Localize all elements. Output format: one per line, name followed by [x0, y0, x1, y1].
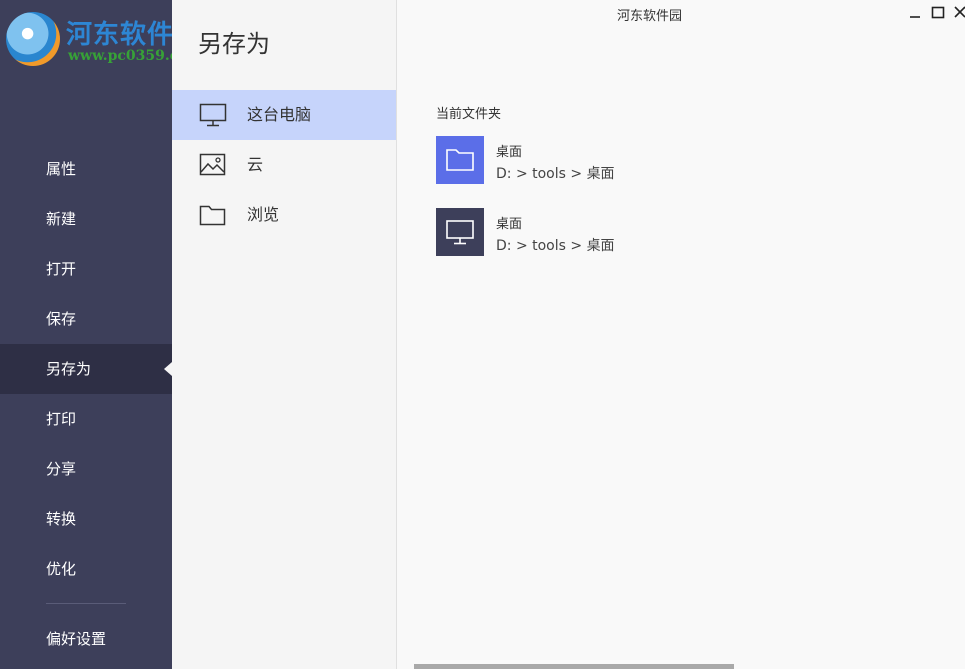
- nav-item-save-as[interactable]: 另存为: [0, 344, 172, 394]
- folder-path: D: > tools > 桌面: [496, 166, 615, 182]
- nav-item-properties[interactable]: 属性: [0, 144, 172, 194]
- nav-item-preferences[interactable]: 偏好设置: [0, 614, 172, 664]
- logo-emblem-icon: [6, 12, 60, 66]
- nav-item-open[interactable]: 打开: [0, 244, 172, 294]
- folder-name: 桌面: [496, 217, 523, 232]
- folder-name: 桌面: [496, 145, 523, 160]
- folder-icon: [199, 203, 227, 227]
- nav-divider: [46, 603, 126, 604]
- maximize-icon[interactable]: [930, 4, 946, 20]
- page-title: 另存为: [198, 30, 270, 58]
- nav-item-convert[interactable]: 转换: [0, 494, 172, 544]
- minimize-icon[interactable]: [907, 4, 923, 20]
- location-label: 这台电脑: [247, 105, 312, 124]
- image-icon: [199, 153, 227, 177]
- sidebar: 河东软件园 www.pc0359.cn 属性 新建 打开 保存 另存为 打印 分…: [0, 0, 200, 669]
- folder-icon: [436, 136, 484, 184]
- monitor-icon: [199, 103, 227, 127]
- nav-item-print[interactable]: 打印: [0, 394, 172, 444]
- current-folder-heading: 当前文件夹: [436, 107, 502, 122]
- recent-folder-entry[interactable]: 桌面 D: > tools > 桌面: [436, 208, 836, 258]
- nav-item-new[interactable]: 新建: [0, 194, 172, 244]
- location-browse[interactable]: 浏览: [172, 190, 396, 240]
- nav-item-save[interactable]: 保存: [0, 294, 172, 344]
- location-this-pc[interactable]: 这台电脑: [172, 90, 396, 140]
- monitor-icon: [436, 208, 484, 256]
- folder-path: D: > tools > 桌面: [496, 238, 615, 254]
- window-title: 河东软件园: [616, 9, 682, 24]
- nav-item-share[interactable]: 分享: [0, 444, 172, 494]
- recent-folder-entry[interactable]: 桌面 D: > tools > 桌面: [436, 136, 836, 186]
- watermark-url: www.pc0359.cn: [68, 48, 189, 64]
- horizontal-scrollbar[interactable]: [414, 664, 734, 669]
- nav-item-optimize[interactable]: 优化: [0, 544, 172, 594]
- location-label: 云: [247, 155, 264, 174]
- content-panel: 河东软件园 当前文件夹 桌面 D: > tools > 桌面 桌面 D: > t…: [397, 0, 965, 669]
- location-panel: 另存为 这台电脑 云 浏览: [172, 0, 397, 669]
- location-label: 浏览: [247, 205, 280, 224]
- location-cloud[interactable]: 云: [172, 140, 396, 190]
- close-icon[interactable]: [953, 4, 965, 20]
